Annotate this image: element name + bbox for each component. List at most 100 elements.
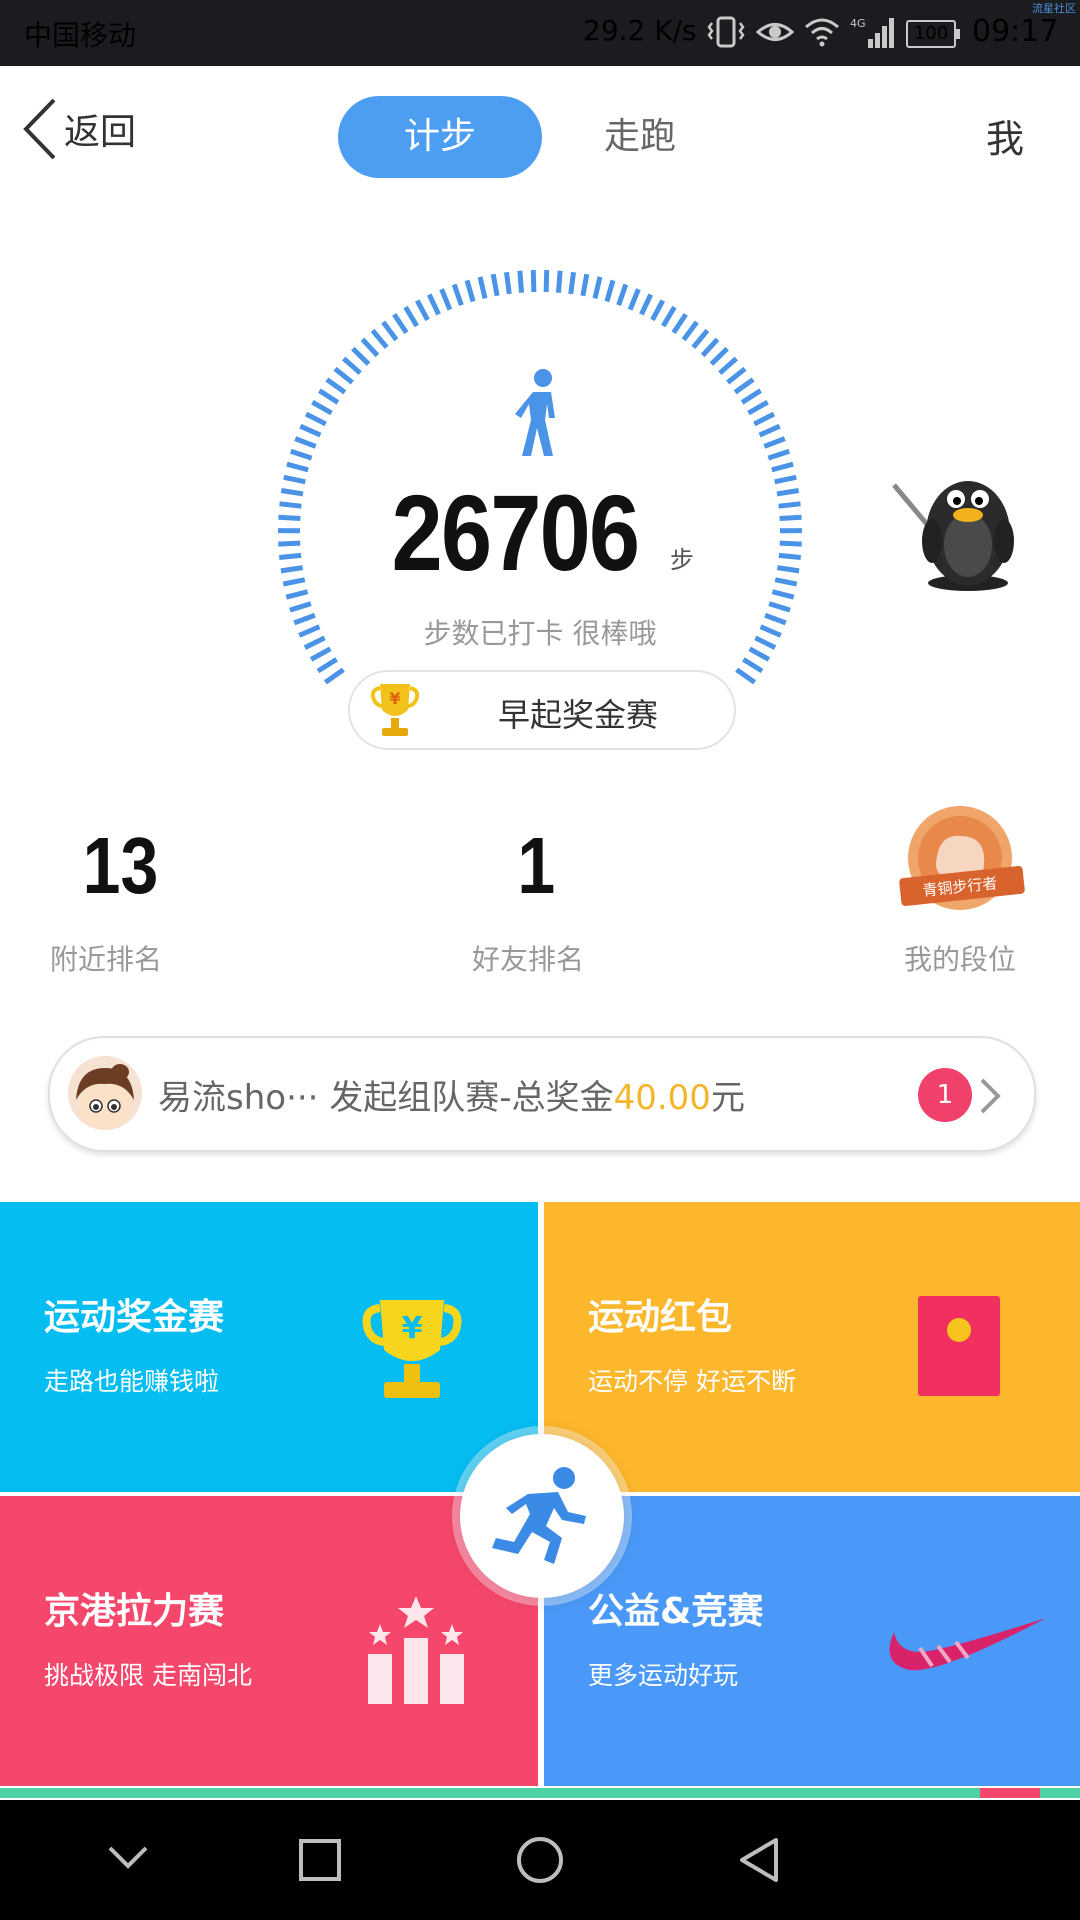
step-count: 26706 <box>391 472 640 593</box>
recents-square-icon[interactable] <box>298 1838 342 1882</box>
eye-icon <box>756 23 794 41</box>
nearby-rank-label[interactable]: 附近排名 <box>50 938 162 978</box>
gauge-tick <box>735 667 757 685</box>
gauge-tick <box>753 411 776 427</box>
gauge-tick <box>742 657 764 674</box>
svg-text:¥: ¥ <box>389 689 400 708</box>
svg-text:¥: ¥ <box>402 1311 423 1346</box>
home-circle-icon[interactable] <box>516 1836 564 1884</box>
gauge-tick <box>778 552 801 561</box>
gauge-tick <box>477 276 488 299</box>
tile-title: 京港拉力赛 <box>44 1591 225 1632</box>
tile-rally[interactable]: 京港拉力赛 挑战极限 走南闯北 <box>0 1496 538 1786</box>
gauge-tick <box>592 276 603 299</box>
gauge-tick <box>415 299 430 322</box>
gauge-tick <box>747 399 769 416</box>
tab-walk-run[interactable]: 走跑 <box>590 96 690 178</box>
chevron-left-icon <box>23 98 56 160</box>
back-button[interactable]: 返回 <box>22 98 136 160</box>
gauge-tick <box>403 305 419 328</box>
tile-subtitle: 走路也能赚钱啦 <box>44 1367 220 1396</box>
gauge-tick <box>580 273 590 297</box>
my-tier-label[interactable]: 我的段位 <box>904 938 1016 978</box>
gauge-tick <box>740 388 762 405</box>
collapse-chevron-icon[interactable] <box>106 1842 150 1872</box>
team-prize-currency: 元 <box>710 1078 745 1118</box>
swoosh-icon <box>889 1618 1046 1671</box>
gauge-tick <box>392 312 409 335</box>
gauge-tick <box>294 436 317 449</box>
gauge-tick <box>304 411 327 427</box>
gauge-tick <box>763 436 786 449</box>
notification-count-badge: 1 <box>918 1068 972 1122</box>
penguin-mascot-icon[interactable] <box>886 455 1026 595</box>
gauge-tick <box>325 377 347 395</box>
gauge-tick <box>691 328 710 349</box>
gauge-tick <box>604 279 616 303</box>
gauge-tick <box>748 646 771 662</box>
walking-person-icon <box>515 369 555 456</box>
tile-subtitle: 挑战极限 走南闯北 <box>44 1661 252 1690</box>
bronze-walker-badge-icon[interactable]: 青铜步行者 <box>898 804 1028 916</box>
gauge-tick <box>568 271 577 295</box>
gauge-tick <box>700 337 720 358</box>
status-icons: 4G <box>706 12 900 52</box>
start-run-button[interactable] <box>460 1434 624 1598</box>
gauge-tick <box>555 270 563 293</box>
running-person-icon <box>492 1467 586 1564</box>
gauge-tick <box>779 514 802 521</box>
tile-title: 公益&竞赛 <box>588 1591 764 1632</box>
red-envelope-icon <box>918 1296 1000 1396</box>
gauge-tick <box>661 305 677 328</box>
gauge-tick <box>342 356 362 375</box>
podium-icon <box>368 1596 464 1704</box>
gauge-tick <box>285 589 309 600</box>
tile-title: 运动奖金赛 <box>44 1297 225 1338</box>
tile-bonus-contest[interactable]: 运动奖金赛 走路也能赚钱啦 ¥ <box>0 1202 538 1492</box>
friend-rank-value: 1 <box>517 821 556 910</box>
profile-button[interactable]: 我 <box>986 108 1024 163</box>
tile-charity-contest[interactable]: 公益&竞赛 更多运动好玩 <box>544 1496 1080 1786</box>
gauge-tick <box>774 577 798 587</box>
gauge-tick <box>280 488 304 497</box>
friend-rank-label[interactable]: 好友排名 <box>472 938 584 978</box>
gauge-tick <box>718 356 738 375</box>
gauge-tick <box>303 635 326 650</box>
gauge-tick <box>278 514 301 521</box>
gauge-tick <box>370 328 389 349</box>
wifi-icon <box>805 18 839 47</box>
gauge-tick <box>279 552 302 561</box>
gauge-tick <box>490 273 500 297</box>
gauge-tick <box>282 577 306 587</box>
back-triangle-icon[interactable] <box>738 1836 780 1884</box>
team-prize-amount: 40.00 <box>613 1078 711 1118</box>
gauge-tick <box>280 565 304 574</box>
accent-stripe <box>0 1788 1080 1798</box>
avatar <box>68 1056 142 1130</box>
gauge-tick <box>323 667 345 685</box>
gauge-tick <box>311 399 333 416</box>
team-contest-desc: 发起组队赛-总奖金 <box>329 1078 614 1118</box>
gauge-tick <box>650 299 665 322</box>
gauge-tick <box>333 366 354 385</box>
gauge-tick <box>774 474 797 485</box>
team-contest-text: 易流sho··· 发起组队赛-总奖金40.00元 <box>158 1070 745 1119</box>
gauge-tick <box>451 283 464 307</box>
gauge-tick <box>776 565 800 574</box>
tab-step-count[interactable]: 计步 <box>338 96 542 178</box>
vibrate-icon <box>707 16 745 48</box>
tile-red-packet[interactable]: 运动红包 运动不停 好运不断 <box>544 1202 1080 1492</box>
gauge-tick <box>381 320 399 342</box>
gauge-tick <box>616 283 629 307</box>
gauge-tick <box>779 540 802 547</box>
gauge-tick <box>771 589 795 600</box>
gauge-tick <box>289 601 312 613</box>
gauge-tick <box>671 312 688 335</box>
signal-icon: 4G <box>850 17 894 48</box>
gauge-tick <box>360 337 380 358</box>
gauge-tick <box>298 624 321 638</box>
gauge-tick <box>778 501 801 509</box>
gauge-tick <box>639 293 653 316</box>
gauge-tick <box>543 270 550 293</box>
gauge-tick <box>517 270 525 293</box>
